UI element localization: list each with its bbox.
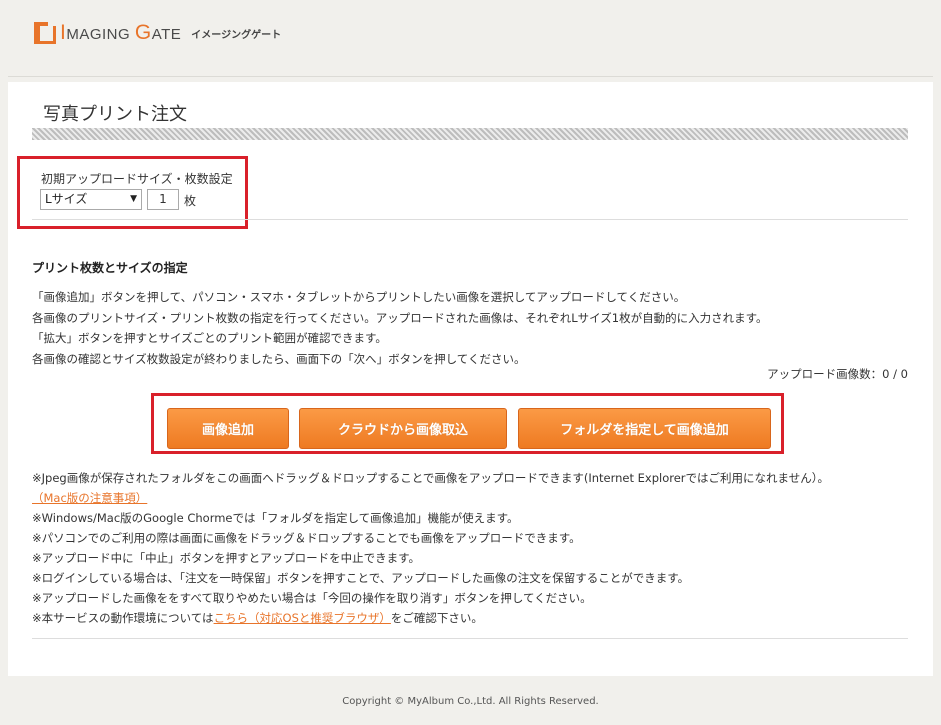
cloud-import-button[interactable]: クラウドから画像取込: [299, 408, 507, 449]
instruction-line: 「拡大」ボタンを押すとサイズごとのプリント範囲が確認できます。: [32, 331, 387, 345]
instruction-line: 「画像追加」ボタンを押して、パソコン・スマホ・タブレットからプリントしたい画像を…: [32, 290, 686, 304]
folder-add-button[interactable]: フォルダを指定して画像追加: [518, 408, 771, 449]
note-line: ※本サービスの動作環境についてはこちら（対応OSと推奨ブラウザ）をご確認下さい。: [32, 611, 483, 625]
dropdown-arrow-icon: ▼: [130, 194, 137, 204]
initial-settings-label: 初期アップロードサイズ・枚数設定: [41, 172, 233, 186]
size-select-value: Lサイズ: [45, 192, 88, 206]
logo[interactable]: IMAGING GATE イメージングゲート: [34, 20, 281, 46]
upload-buttons-box: 画像追加 クラウドから画像取込 フォルダを指定して画像追加: [151, 393, 784, 454]
environment-link[interactable]: こちら（対応OSと推奨ブラウザ）: [214, 611, 391, 625]
section-title: プリント枚数とサイズの指定: [32, 261, 188, 275]
header: IMAGING GATE イメージングゲート: [8, 0, 933, 77]
note-line: ※アップロード中に「中止」ボタンを押すとアップロードを中止できます。: [32, 551, 420, 565]
quantity-input[interactable]: 1: [147, 189, 179, 210]
note-line: ※Windows/Mac版のGoogle Chormeでは「フォルダを指定して画…: [32, 511, 519, 525]
logo-text: IMAGING GATE: [60, 21, 182, 44]
instructions: 「画像追加」ボタンを押して、パソコン・スマホ・タブレットからプリントしたい画像を…: [32, 287, 767, 369]
add-image-button[interactable]: 画像追加: [167, 408, 289, 449]
title-stripe-divider: [32, 128, 908, 140]
notes: ※Jpeg画像が保存されたフォルダをこの画面へドラッグ＆ドロップすることで画像を…: [32, 468, 829, 628]
quantity-unit: 枚: [184, 194, 197, 208]
divider: [32, 638, 908, 639]
mac-notes-link[interactable]: （Mac版の注意事項）: [32, 491, 147, 505]
upload-count: アップロード画像数：0 / 0: [767, 367, 908, 381]
note-line: ※パソコンでのご利用の際は画面に画像をドラッグ＆ドロップすることでも画像をアップ…: [32, 531, 581, 545]
logo-mark-icon: [34, 22, 56, 44]
main-content: 写真プリント注文 初期アップロードサイズ・枚数設定 Lサイズ ▼ 1 枚 プリン…: [8, 82, 933, 676]
note-line: ※Jpeg画像が保存されたフォルダをこの画面へドラッグ＆ドロップすることで画像を…: [32, 471, 829, 485]
instruction-line: 各画像の確認とサイズ枚数設定が終わりましたら、画面下の「次へ」ボタンを押してくだ…: [32, 351, 526, 366]
instruction-line: 各画像のプリントサイズ・プリント枚数の指定を行ってください。アップロードされた画…: [32, 310, 768, 325]
logo-kana: イメージングゲート: [191, 29, 282, 41]
divider: [32, 219, 908, 220]
note-line: ※アップロードした画像ををすべて取りやめたい場合は「今回の操作を取り消す」ボタン…: [32, 591, 592, 605]
note-line: ※ログインしている場合は、「注文を一時保留」ボタンを押すことで、アップロードした…: [32, 571, 690, 585]
size-select[interactable]: Lサイズ ▼: [40, 189, 142, 210]
page-title: 写真プリント注文: [43, 104, 187, 125]
footer-copyright: Copyright © MyAlbum Co.,Ltd. All Rights …: [342, 696, 599, 707]
